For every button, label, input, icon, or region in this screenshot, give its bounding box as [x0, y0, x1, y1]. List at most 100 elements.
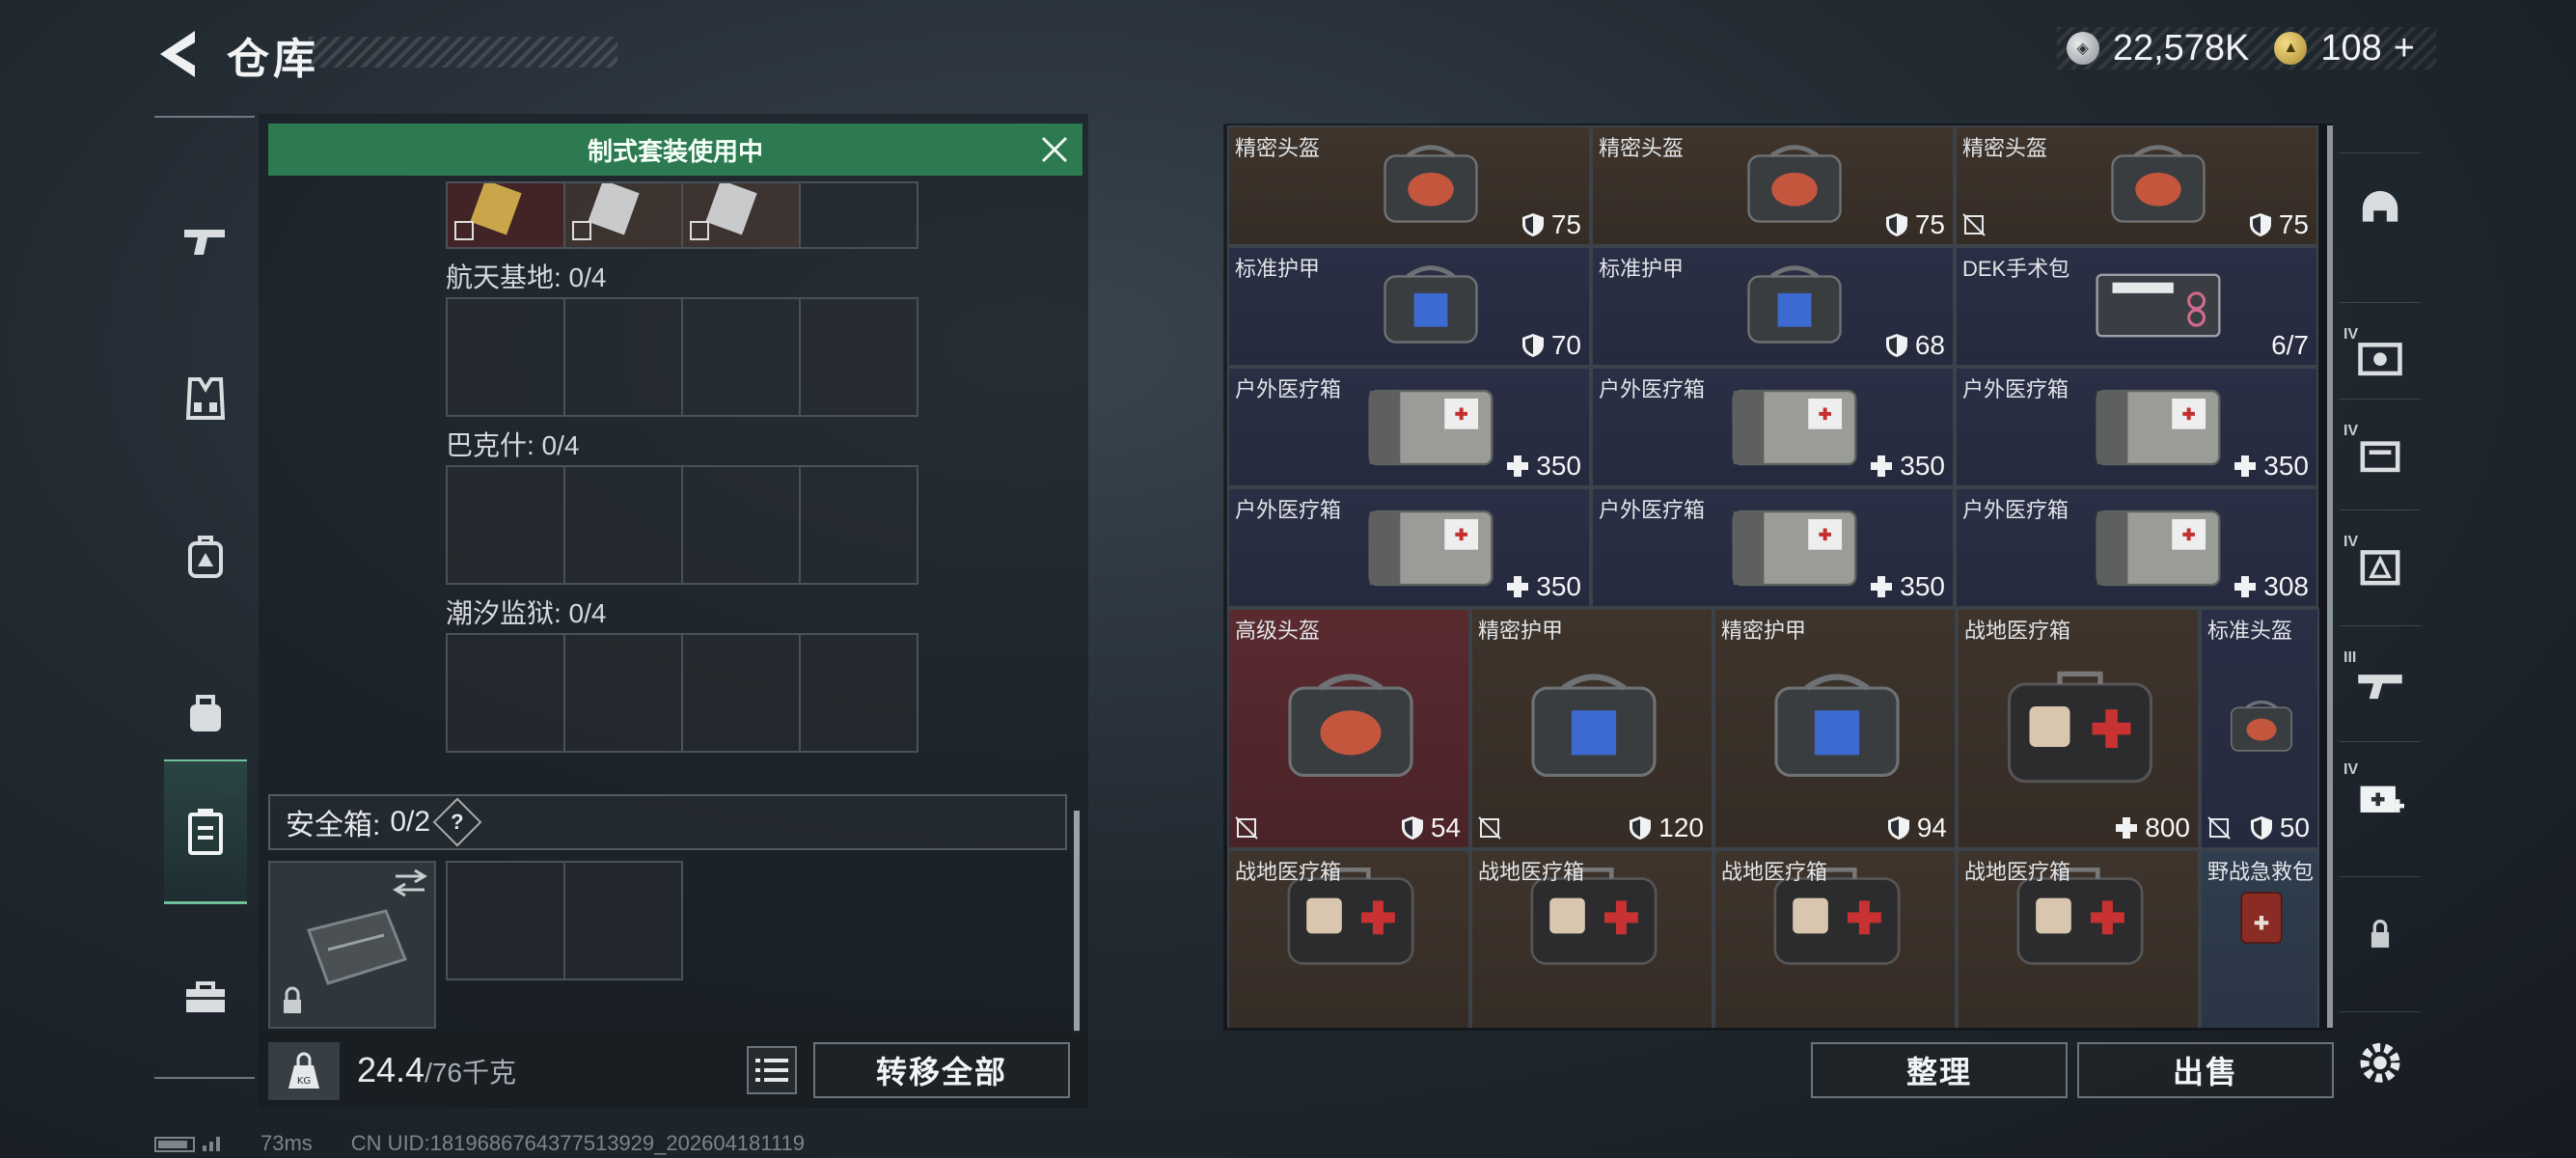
card-item-icon	[690, 179, 757, 240]
item-stat-value: 350	[1900, 571, 1945, 601]
inventory-item[interactable]: DEK手术包 6/7	[1955, 246, 2318, 367]
item-stat-value: 54	[1430, 813, 1461, 842]
nav-weapons[interactable]	[164, 169, 247, 314]
inventory-item[interactable]: 精密头盔 75	[1591, 125, 1955, 246]
loadout-slot[interactable]	[799, 297, 918, 417]
item-stat: 50	[2249, 813, 2310, 843]
inventory-item[interactable]: 战地医疗箱	[1713, 849, 1957, 1028]
inventory-item[interactable]: 标准护甲 70	[1227, 246, 1591, 367]
inventory-item[interactable]: 战地医疗箱	[1957, 849, 2200, 1028]
backpack-icon	[188, 536, 223, 578]
list-view-button[interactable]	[747, 1046, 797, 1094]
loadout-scrollbar[interactable]	[1074, 811, 1080, 1033]
item-name: 标准头盔	[2207, 619, 2293, 643]
inventory-item[interactable]: 野战急救包	[2200, 849, 2319, 1028]
gun-icon	[184, 230, 225, 255]
list-icon	[755, 1059, 788, 1082]
loadout-slot[interactable]	[799, 465, 918, 585]
inventory-item[interactable]: 战地医疗箱	[1470, 849, 1713, 1028]
loadout-slot[interactable]	[681, 633, 801, 753]
outdoor-medkit-icon	[1731, 510, 1857, 587]
inventory-item[interactable]: 标准护甲 68	[1591, 246, 1955, 367]
safe-box-item[interactable]	[268, 861, 436, 1029]
inventory-item[interactable]: 户外医疗箱 350	[1227, 367, 1591, 487]
right-nav-settings[interactable]	[2340, 1011, 2421, 1108]
item-stat: 70	[1521, 330, 1581, 361]
item-stat: 6/7	[2271, 330, 2309, 361]
loadout-slot[interactable]	[563, 633, 683, 753]
inventory-item[interactable]: 户外医疗箱 308	[1955, 487, 2318, 608]
loadout-slot[interactable]	[446, 179, 565, 249]
right-nav-armor-filter[interactable]: IV	[2340, 302, 2421, 413]
item-name: 精密头盔	[1599, 136, 1685, 160]
loadout-slot[interactable]	[799, 181, 918, 249]
right-nav-medkit-filter[interactable]: IV	[2340, 741, 2421, 852]
loadout-slot[interactable]	[563, 465, 683, 585]
inventory-item[interactable]: 精密头盔 75	[1227, 125, 1591, 246]
item-name: 户外医疗箱	[1962, 498, 2069, 522]
tier-badge: III	[2343, 649, 2357, 666]
loadout-slot[interactable]	[563, 179, 683, 249]
loadout-slot[interactable]	[446, 297, 565, 417]
help-button[interactable]: ?	[432, 797, 482, 847]
safe-box-slot[interactable]	[446, 861, 565, 980]
loadout-slot[interactable]	[681, 179, 801, 249]
right-nav-lock[interactable]	[2340, 876, 2421, 987]
heal-plus-icon	[2116, 817, 2138, 839]
back-arrow-icon	[160, 31, 195, 77]
transfer-all-button[interactable]: 转移全部	[813, 1042, 1070, 1098]
zone-label-tidal-prison: 潮汐监狱: 0/4	[446, 598, 607, 628]
sell-button[interactable]: 出售	[2077, 1042, 2334, 1098]
swap-icon	[393, 868, 427, 897]
inventory-item[interactable]: 精密头盔 75	[1955, 125, 2318, 246]
nav-backpack[interactable]	[164, 484, 247, 629]
nav-toolbox[interactable]	[164, 924, 247, 1069]
outdoor-medkit-icon	[1367, 389, 1494, 466]
nav-chest-rig[interactable]	[164, 326, 247, 471]
inventory-item[interactable]: 精密护甲 94	[1713, 608, 1957, 849]
inventory-item[interactable]: 户外医疗箱 350	[1955, 367, 2318, 487]
right-nav-rig-filter[interactable]: IV	[2340, 510, 2421, 620]
inventory-item[interactable]: 户外医疗箱 350	[1591, 487, 1955, 608]
loadout-slot[interactable]	[563, 297, 683, 417]
inventory-item[interactable]: 精密护甲 120	[1470, 608, 1713, 849]
loadout-slot[interactable]	[681, 465, 801, 585]
right-nav-gun-filter[interactable]: III	[2340, 625, 2421, 736]
loadout-banner-text: 制式套装使用中	[587, 136, 763, 166]
right-nav-helmet-filter[interactable]	[2340, 152, 2421, 263]
organize-button[interactable]: 整理	[1811, 1042, 2068, 1098]
card-item-icon	[572, 179, 640, 240]
weight-lock: KG	[268, 1042, 340, 1100]
nav-safe-box[interactable]	[164, 759, 247, 904]
armor-filter-icon	[2358, 343, 2402, 376]
zone-slots-aerospace	[446, 297, 918, 417]
inventory-item[interactable]: 战地医疗箱 800	[1957, 608, 2200, 849]
inventory-item[interactable]: 战地医疗箱	[1227, 849, 1470, 1028]
inventory-item[interactable]: 标准头盔 50	[2200, 608, 2319, 849]
right-nav-bag-filter[interactable]: IV	[2340, 399, 2421, 510]
gold-coin-icon: ▲	[2274, 32, 2308, 65]
inventory-item[interactable]: 户外医疗箱 350	[1227, 487, 1591, 608]
back-button[interactable]	[154, 27, 203, 81]
loadout-slot[interactable]	[681, 297, 801, 417]
loadout-slot[interactable]	[799, 633, 918, 753]
tier-badge: IV	[2343, 534, 2359, 550]
currency-bar: ◈ 22,578K ▲ 108 +	[2056, 27, 2436, 69]
inventory-item[interactable]: 高级头盔 54	[1227, 608, 1470, 849]
armor-case-icon	[1383, 265, 1478, 344]
bag-filter-icon	[2360, 441, 2400, 473]
loadout-slot[interactable]	[446, 633, 565, 753]
heal-plus-icon	[1507, 576, 1529, 597]
tier-badge: IV	[2343, 326, 2359, 343]
armor-case-icon	[1746, 265, 1842, 344]
item-stat-value: 70	[1550, 330, 1581, 360]
loadout-slot[interactable]	[446, 465, 565, 585]
inventory-scrollbar[interactable]	[2327, 125, 2333, 1028]
surgery-kit-icon	[2095, 273, 2221, 338]
safe-box-slot[interactable]	[563, 861, 683, 980]
ping-text: 73ms	[260, 1131, 313, 1155]
add-currency-button[interactable]: +	[2394, 28, 2415, 69]
close-banner-button[interactable]	[1038, 133, 1071, 166]
item-stat-value: 308	[2263, 571, 2309, 601]
inventory-item[interactable]: 户外医疗箱 350	[1591, 367, 1955, 487]
